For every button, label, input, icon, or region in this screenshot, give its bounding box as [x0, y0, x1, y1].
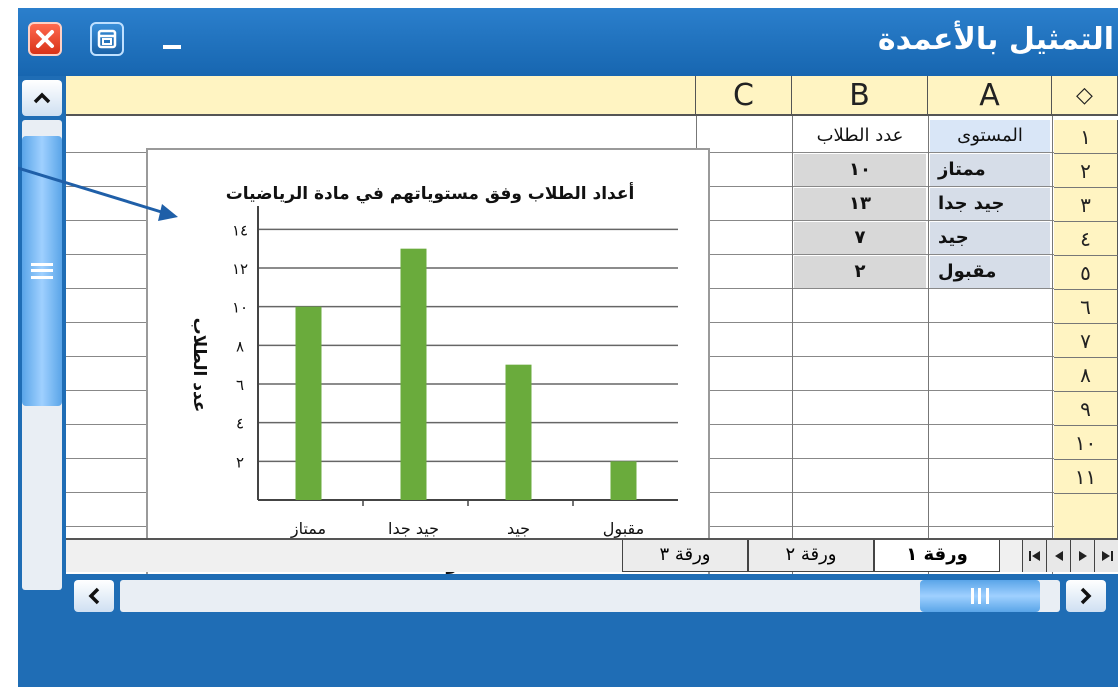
- horizontal-scroll-track[interactable]: [120, 580, 1060, 612]
- tab-sheet-2[interactable]: ورقة ٢: [748, 540, 874, 572]
- row-number[interactable]: ٤: [1054, 222, 1118, 256]
- column-header-c[interactable]: C: [696, 76, 792, 116]
- bar: [400, 248, 427, 500]
- next-icon: [1078, 551, 1087, 561]
- restore-button[interactable]: [90, 22, 124, 56]
- chart-plot: ٢٤٦٨١٠١٢١٤ممتازجيد جداجيدمقبولالمستوىعدد…: [189, 206, 678, 575]
- chevron-left-icon: [88, 587, 100, 605]
- x-tick-label: جيد جدا: [388, 519, 439, 538]
- cell-b1[interactable]: عدد الطلاب: [794, 120, 926, 152]
- sheet-tabs-bar: ورقة ٣ ورقة ٢ ورقة ١: [66, 538, 1118, 572]
- cell-a4[interactable]: جيد: [930, 222, 1050, 254]
- chevron-right-icon: [1080, 587, 1092, 605]
- bar: [610, 461, 637, 500]
- cell-b2[interactable]: ١٠: [794, 154, 926, 186]
- horizontal-scroll-thumb[interactable]: [920, 580, 1040, 612]
- cell-b3[interactable]: ١٣: [794, 188, 926, 220]
- scroll-left-button[interactable]: [74, 580, 114, 612]
- row-number[interactable]: ٦: [1054, 290, 1118, 324]
- row-number[interactable]: ٩: [1054, 392, 1118, 426]
- last-icon: [1101, 551, 1113, 561]
- row-number[interactable]: ٢: [1054, 154, 1118, 188]
- column-gridline: [928, 116, 929, 606]
- minimize-button[interactable]: [152, 22, 192, 56]
- bar: [295, 306, 322, 500]
- spreadsheet-window: التمثيل بالأعمدة C B A ◇ ١ ٢ ٣ ٤ ٥ ٦ ٧ ٨…: [18, 8, 1118, 687]
- window-title: التمثيل بالأعمدة: [877, 22, 1114, 57]
- restore-icon: [97, 29, 117, 49]
- y-tick-label: ٨: [236, 337, 244, 355]
- bar: [505, 364, 532, 500]
- cell-a5[interactable]: مقبول: [930, 256, 1050, 288]
- prev-sheet-button[interactable]: [1046, 540, 1070, 572]
- cell-b4[interactable]: ٧: [794, 222, 926, 254]
- column-gridline: [792, 116, 793, 606]
- title-bar: التمثيل بالأعمدة: [18, 8, 1118, 76]
- y-tick-label: ٢: [236, 453, 244, 471]
- y-axis-label: عدد الطلاب: [189, 318, 209, 413]
- spreadsheet-grid: C B A ◇ ١ ٢ ٣ ٤ ٥ ٦ ٧ ٨ ٩ ١٠ ١١ المستوى عدد الطلاب…: [66, 76, 1118, 606]
- pointer-arrow: [18, 166, 178, 221]
- row-number[interactable]: ٨: [1054, 358, 1118, 392]
- cell-a2[interactable]: ممتاز: [930, 154, 1050, 186]
- select-all-corner[interactable]: ◇: [1052, 76, 1118, 116]
- row-number[interactable]: ٧: [1054, 324, 1118, 358]
- row-number[interactable]: ١: [1054, 120, 1118, 154]
- close-icon: [36, 30, 54, 48]
- y-tick-label: ١٤: [232, 221, 248, 239]
- column-gridline: [1052, 116, 1053, 606]
- x-tick-label: مقبول: [603, 519, 644, 539]
- last-sheet-button[interactable]: [1094, 540, 1118, 572]
- cell-b5[interactable]: ٢: [794, 256, 926, 288]
- grip-icon: [31, 263, 53, 279]
- minimize-icon: [163, 45, 181, 49]
- next-sheet-button[interactable]: [1070, 540, 1094, 572]
- scroll-right-button[interactable]: [1066, 580, 1106, 612]
- tab-sheet-1[interactable]: ورقة ١: [874, 540, 1000, 572]
- first-sheet-button[interactable]: [1022, 540, 1046, 572]
- cell-a1[interactable]: المستوى: [930, 120, 1050, 152]
- y-tick-label: ١٢: [232, 260, 248, 278]
- close-button[interactable]: [28, 22, 62, 56]
- x-tick-label: جيد: [507, 519, 530, 538]
- row-number[interactable]: ٥: [1054, 256, 1118, 290]
- horizontal-scrollbar[interactable]: [66, 574, 1118, 618]
- y-tick-label: ٦: [236, 376, 244, 394]
- column-header-b[interactable]: B: [792, 76, 928, 116]
- grip-icon: [971, 588, 989, 604]
- sheet-nav-buttons: [1022, 540, 1118, 572]
- first-icon: [1028, 551, 1040, 561]
- row-number[interactable]: ١١: [1054, 460, 1118, 494]
- cell-a3[interactable]: جيد جدا: [930, 188, 1050, 220]
- x-tick-label: ممتاز: [290, 519, 326, 539]
- sheet-area: C B A ◇ ١ ٢ ٣ ٤ ٥ ٦ ٧ ٨ ٩ ١٠ ١١ المستوى عدد الطلاب…: [18, 76, 1118, 606]
- row-number[interactable]: ٣: [1054, 188, 1118, 222]
- y-tick-label: ٤: [236, 415, 244, 433]
- prev-icon: [1054, 551, 1063, 561]
- bar-chart[interactable]: أعداد الطلاب وفق مستوياتهم في مادة الريا…: [146, 148, 710, 580]
- row-number[interactable]: ١٠: [1054, 426, 1118, 460]
- y-tick-label: ١٠: [232, 299, 248, 317]
- tab-sheet-3[interactable]: ورقة ٣: [622, 540, 748, 572]
- column-header-a[interactable]: A: [928, 76, 1052, 116]
